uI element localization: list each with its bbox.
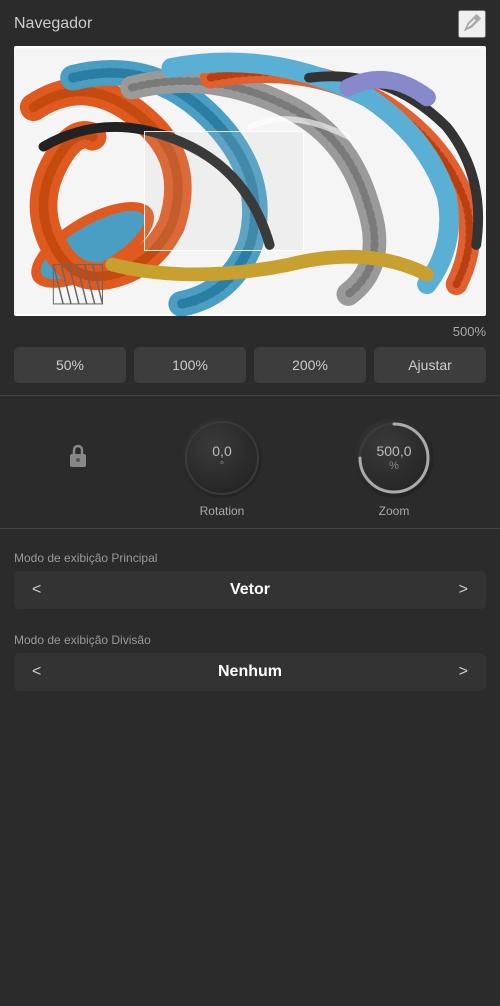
display-mode-principal-next[interactable]: > xyxy=(455,581,472,599)
display-mode-principal-value: Vetor xyxy=(230,581,270,599)
zoom-knob[interactable]: 500,0 % xyxy=(354,418,434,498)
rotation-knob[interactable]: 0,0 ° xyxy=(182,418,262,498)
rotation-unit: ° xyxy=(220,460,224,472)
zoom-buttons-row: 50% 100% 200% Ajustar xyxy=(0,347,500,395)
display-mode-principal-section: Modo de exibição Principal < Vetor > xyxy=(0,541,500,623)
display-mode-principal-selector: < Vetor > xyxy=(14,571,486,609)
preview-area[interactable] xyxy=(14,46,486,316)
rotation-knob-wrapper: 0,0 ° Rotation xyxy=(182,418,262,518)
zoom-50-button[interactable]: 50% xyxy=(14,347,126,383)
rotation-label: Rotation xyxy=(200,504,245,518)
lock-icon[interactable] xyxy=(66,441,90,475)
viewport-overlay xyxy=(144,131,304,251)
panel-title: Navegador xyxy=(14,15,92,33)
current-zoom-label: 500% xyxy=(0,322,500,347)
divider-2 xyxy=(0,528,500,529)
rotation-value: 0,0 xyxy=(212,444,231,459)
zoom-percent-value: 500% xyxy=(453,324,486,339)
zoom-100-button[interactable]: 100% xyxy=(134,347,246,383)
zoom-knob-unit: % xyxy=(389,460,399,472)
display-mode-divisao-prev[interactable]: < xyxy=(28,663,45,681)
display-mode-divisao-next[interactable]: > xyxy=(455,663,472,681)
display-mode-divisao-title: Modo de exibição Divisão xyxy=(14,633,486,647)
divider-1 xyxy=(0,395,500,396)
display-mode-principal-title: Modo de exibição Principal xyxy=(14,551,486,565)
zoom-fit-button[interactable]: Ajustar xyxy=(374,347,486,383)
zoom-label: Zoom xyxy=(379,504,410,518)
display-mode-divisao-value: Nenhum xyxy=(218,663,282,681)
knob-section: 0,0 ° Rotation 500,0 % Zoom xyxy=(0,408,500,528)
pin-button[interactable] xyxy=(458,10,486,38)
zoom-knob-value: 500,0 xyxy=(376,444,411,459)
display-mode-principal-prev[interactable]: < xyxy=(28,581,45,599)
zoom-200-button[interactable]: 200% xyxy=(254,347,366,383)
display-mode-divisao-section: Modo de exibição Divisão < Nenhum > xyxy=(0,623,500,705)
zoom-knob-wrapper: 500,0 % Zoom xyxy=(354,418,434,518)
display-mode-divisao-selector: < Nenhum > xyxy=(14,653,486,691)
panel-header: Navegador xyxy=(0,0,500,46)
